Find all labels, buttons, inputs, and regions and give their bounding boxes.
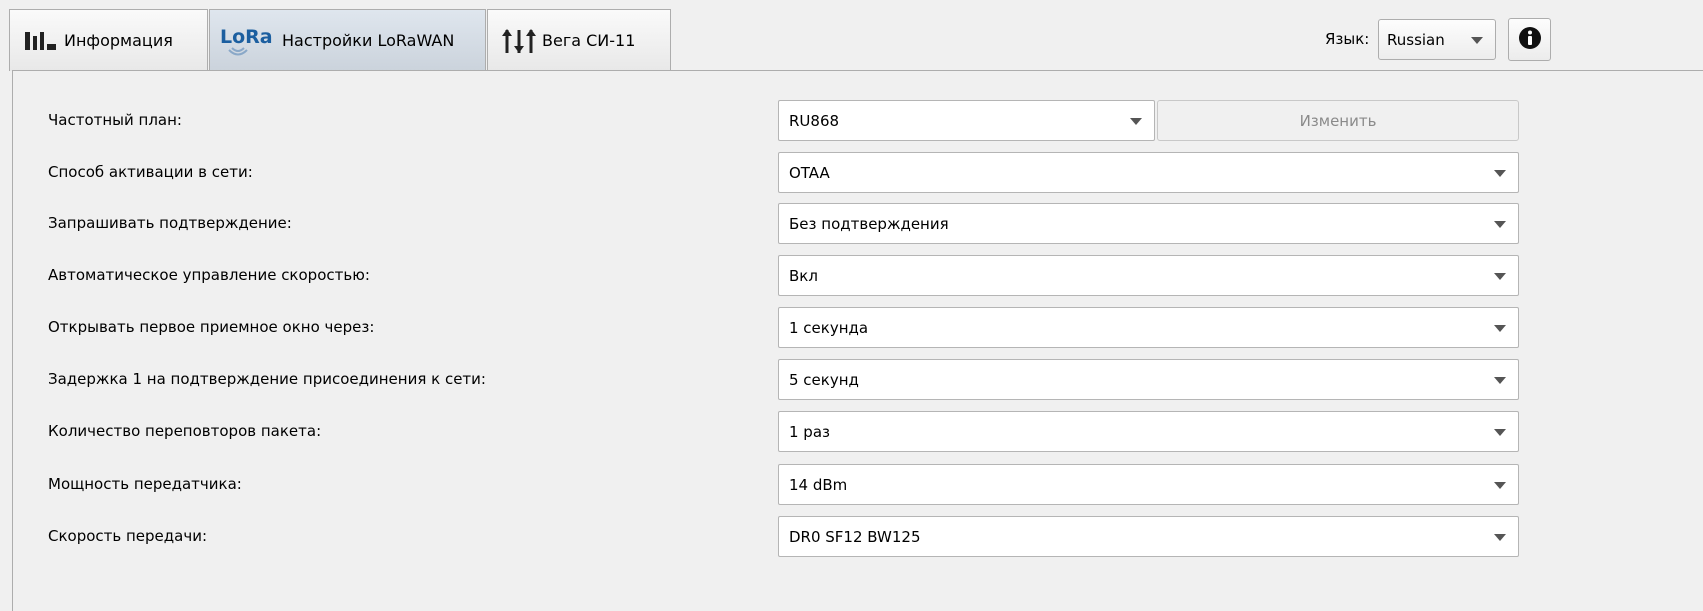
setting-row-request-confirmation: Запрашивать подтверждение: Без подтвержд…: [13, 203, 1703, 244]
tab-information[interactable]: Информация: [9, 9, 208, 71]
sliders-icon: [502, 27, 536, 55]
info-button[interactable]: [1508, 18, 1551, 61]
request-confirmation-select[interactable]: Без подтверждения: [778, 203, 1519, 244]
setting-value: 14 dBm: [789, 476, 848, 494]
setting-label: Количество переповторов пакета:: [48, 422, 322, 440]
setting-value: OTAA: [789, 164, 830, 182]
rx1-window-delay-select[interactable]: 1 секунда: [778, 307, 1519, 348]
chevron-down-icon: [1494, 221, 1506, 228]
chevron-down-icon: [1494, 325, 1506, 332]
setting-row-data-rate: Скорость передачи: DR0 SF12 BW125: [13, 516, 1703, 557]
chevron-down-icon: [1471, 37, 1483, 44]
setting-row-activation-method: Способ активации в сети: OTAA: [13, 152, 1703, 193]
setting-label: Скорость передачи:: [48, 527, 208, 545]
setting-row-tx-power: Мощность передатчика: 14 dBm: [13, 464, 1703, 505]
svg-text:LoRa: LoRa: [220, 26, 273, 48]
tab-lorawan-settings-label: Настройки LoRaWAN: [282, 31, 455, 50]
language-label: Язык:: [1325, 30, 1370, 48]
language-select[interactable]: Russian: [1378, 19, 1496, 60]
change-button-label: Изменить: [1299, 111, 1377, 130]
setting-row-packet-retries: Количество переповторов пакета: 1 раз: [13, 411, 1703, 452]
tx-power-select[interactable]: 14 dBm: [778, 464, 1519, 505]
setting-value: RU868: [789, 112, 840, 130]
packet-retries-select[interactable]: 1 раз: [778, 411, 1519, 452]
adaptive-data-rate-select[interactable]: Вкл: [778, 255, 1519, 296]
tab-lorawan-settings[interactable]: LoRa Настройки LoRaWAN: [209, 9, 486, 71]
setting-label: Задержка 1 на подтверждение присоединени…: [48, 370, 486, 388]
chevron-down-icon: [1494, 534, 1506, 541]
tab-vega-si-11-label: Вега СИ-11: [542, 31, 636, 50]
setting-row-frequency-plan: Частотный план: RU868 Изменить: [13, 100, 1703, 141]
bar-chart-icon: [24, 30, 58, 52]
frequency-plan-select[interactable]: RU868: [778, 100, 1155, 141]
setting-value: 1 секунда: [789, 319, 869, 337]
info-icon: [1518, 26, 1542, 54]
setting-label: Запрашивать подтверждение:: [48, 214, 292, 232]
tab-information-label: Информация: [64, 31, 173, 50]
setting-label: Способ активации в сети:: [48, 163, 253, 181]
language-value: Russian: [1387, 31, 1445, 49]
setting-row-join-accept-delay: Задержка 1 на подтверждение присоединени…: [13, 359, 1703, 400]
activation-method-select[interactable]: OTAA: [778, 152, 1519, 193]
setting-row-adaptive-data-rate: Автоматическое управление скоростью: Вкл: [13, 255, 1703, 296]
setting-value: 1 раз: [789, 423, 831, 441]
setting-value: Вкл: [789, 267, 818, 285]
app-window: Информация LoRa Настройки LoRaWAN Вега С…: [0, 0, 1703, 611]
chevron-down-icon: [1494, 482, 1506, 489]
setting-value: 5 секунд: [789, 371, 859, 389]
chevron-down-icon: [1494, 429, 1506, 436]
settings-panel: Частотный план: RU868 Изменить Способ ак…: [12, 70, 1703, 611]
setting-label: Открывать первое приемное окно через:: [48, 318, 375, 336]
chevron-down-icon: [1494, 377, 1506, 384]
lora-logo-icon: LoRa: [218, 24, 276, 58]
setting-value: Без подтверждения: [789, 215, 949, 233]
join-accept-delay-select[interactable]: 5 секунд: [778, 359, 1519, 400]
setting-label: Частотный план:: [48, 111, 182, 129]
tab-vega-si-11[interactable]: Вега СИ-11: [487, 9, 671, 71]
change-button[interactable]: Изменить: [1157, 100, 1519, 141]
chevron-down-icon: [1494, 170, 1506, 177]
chevron-down-icon: [1130, 118, 1142, 125]
chevron-down-icon: [1494, 273, 1506, 280]
setting-label: Мощность передатчика:: [48, 475, 242, 493]
data-rate-select[interactable]: DR0 SF12 BW125: [778, 516, 1519, 557]
setting-label: Автоматическое управление скоростью:: [48, 266, 370, 284]
setting-row-rx1-window-delay: Открывать первое приемное окно через: 1 …: [13, 307, 1703, 348]
setting-value: DR0 SF12 BW125: [789, 528, 921, 546]
tab-bar: Информация LoRa Настройки LoRaWAN Вега С…: [0, 0, 1703, 76]
